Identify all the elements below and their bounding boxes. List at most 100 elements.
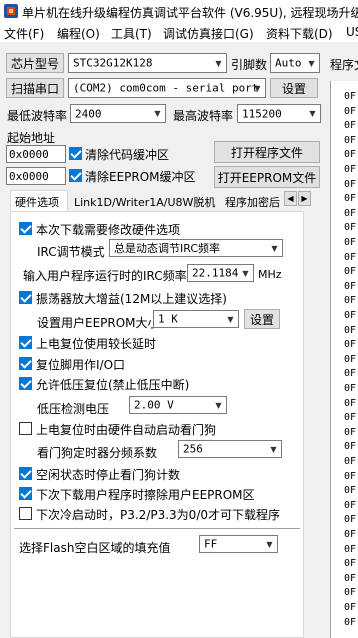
chevron-left-icon: ◀ <box>287 194 294 203</box>
chip-model-value: STC32G12K128 <box>73 56 153 70</box>
menu-usb[interactable]: US <box>346 25 358 39</box>
menu-tools[interactable]: 工具(T) <box>111 25 152 42</box>
clear-code-buffer-checkbox[interactable] <box>69 147 82 160</box>
reset-pin-io-label: 复位脚用作I/O口 <box>36 358 126 372</box>
irc-freq-label: 输入用户程序运行时的IRC频率 <box>23 269 187 283</box>
code-start-address-input[interactable]: 0x0000 <box>6 145 66 163</box>
low-voltage-value: 2.00 V <box>134 398 174 412</box>
idle-stop-watchdog-checkbox[interactable] <box>19 467 32 480</box>
hex-row: 0F <box>344 251 357 263</box>
program-file-tab[interactable]: 程序文 <box>330 56 358 73</box>
start-address-label: 起始地址 <box>7 131 56 145</box>
eeprom-size-select[interactable]: 1 K ▼ <box>153 310 239 328</box>
low-voltage-select[interactable]: 2.00 V ▼ <box>129 396 227 414</box>
chevron-down-icon: ▼ <box>215 58 222 68</box>
clear-code-buffer-label: 清除代码缓冲区 <box>85 148 170 162</box>
watchdog-divider-select[interactable]: 256 ▼ <box>178 440 282 458</box>
irc-mode-value: 总是动态调节IRC频率 <box>114 242 221 255</box>
hex-row: 0F <box>344 120 357 132</box>
clear-eeprom-buffer-label: 清除EEPROM缓冲区 <box>85 170 196 184</box>
long-reset-delay-checkbox[interactable] <box>19 336 32 349</box>
osc-gain-label: 振荡器放大增益(12M以上建议选择) <box>36 292 227 306</box>
menu-program[interactable]: 编程(O) <box>57 25 100 42</box>
hex-row: 0F <box>344 178 357 190</box>
hex-row: 0F <box>344 514 357 526</box>
eeprom-size-label: 设置用户EEPROM大小 <box>37 316 160 330</box>
hex-row: 0F <box>344 280 357 292</box>
min-baud-label: 最低波特率 <box>7 109 68 123</box>
hex-row: 0F <box>344 193 357 205</box>
chevron-down-icon: ▼ <box>227 314 234 324</box>
hex-row: 0F <box>344 587 357 599</box>
irc-freq-select[interactable]: 22.1184 ▼ <box>187 264 254 282</box>
cold-start-p32-p33-checkbox[interactable] <box>19 507 32 520</box>
hex-row: 0F <box>344 134 357 146</box>
scan-port-button[interactable]: 扫描串口 <box>6 78 64 98</box>
tab-hardware-options[interactable]: 硬件选项 <box>15 194 59 212</box>
open-program-file-button[interactable]: 打开程序文件 <box>214 141 320 163</box>
hex-row: 0F <box>344 266 357 278</box>
low-voltage-reset-checkbox[interactable] <box>19 377 32 390</box>
hex-row: 0F <box>344 456 357 467</box>
hex-row: 0F <box>344 529 357 540</box>
app-logo-icon <box>4 4 18 18</box>
low-voltage-reset-label: 允许低压复位(禁止低压中断) <box>36 378 190 392</box>
tab-program-encryption[interactable]: 程序加密后 <box>225 194 280 212</box>
max-baud-select[interactable]: 115200 ▼ <box>237 104 321 123</box>
hex-row: 0F <box>344 441 357 453</box>
hex-row: 0F <box>344 499 357 511</box>
long-reset-delay-label: 上电复位使用较长延时 <box>36 337 157 351</box>
hex-row: 0F <box>344 91 357 102</box>
chip-model-button[interactable]: 芯片型号 <box>6 53 64 73</box>
hex-row: 0F <box>344 164 357 175</box>
chevron-down-icon: ▼ <box>215 400 222 410</box>
watchdog-hw-start-label: 上电复位时由硬件自动启动看门狗 <box>36 423 217 437</box>
hex-row: 0F <box>344 353 357 365</box>
flash-fill-select[interactable]: FF ▼ <box>199 535 278 553</box>
min-baud-select[interactable]: 2400 ▼ <box>70 104 166 123</box>
modify-hw-options-label: 本次下载需要修改硬件选项 <box>36 223 181 237</box>
reset-pin-io-checkbox[interactable] <box>19 357 32 370</box>
chevron-down-icon: ▼ <box>266 539 273 549</box>
erase-eeprom-label: 下次下载用户程序时擦除用户EEPROM区 <box>36 488 255 502</box>
erase-eeprom-checkbox[interactable] <box>19 487 32 500</box>
hex-row: 0F <box>344 339 357 351</box>
irc-mode-select[interactable]: 总是动态调节IRC频率 ▼ <box>109 239 283 257</box>
tab-scroll-left-button[interactable]: ◀ <box>284 191 297 206</box>
pins-label: 引脚数 <box>231 58 268 72</box>
tab-link1d-offline[interactable]: Link1D/Writer1A/U8W脱机 <box>74 194 215 212</box>
menu-download[interactable]: 资料下载(D) <box>266 25 333 42</box>
menu-debug-interface[interactable]: 调试仿真接口(G) <box>163 25 254 42</box>
open-eeprom-file-button[interactable]: 打开EEPROM文件 <box>214 166 320 188</box>
chevron-down-icon: ▼ <box>154 109 161 118</box>
watchdog-divider-label: 看门狗定时器分频系数 <box>37 446 158 460</box>
min-baud-value: 2400 <box>75 107 102 120</box>
eeprom-size-set-button[interactable]: 设置 <box>244 309 280 329</box>
hex-row: 0F <box>344 572 357 584</box>
irc-mode-label: IRC调节模式 <box>37 245 105 259</box>
hex-row: 0F <box>344 397 357 409</box>
hex-row: 0F <box>344 237 357 248</box>
chip-model-select[interactable]: STC32G12K128 ▼ <box>68 53 227 73</box>
osc-gain-checkbox[interactable] <box>19 291 32 304</box>
serial-port-select[interactable]: (COM2) com0com - serial port e ▼ <box>68 78 266 98</box>
options-separator <box>14 528 300 529</box>
eeprom-start-address-input[interactable]: 0x0000 <box>6 167 66 185</box>
modify-hw-options-checkbox[interactable] <box>19 222 32 235</box>
window-title: 单片机在线升级编程仿真调试平台软件 (V6.95U), 远程现场升级A <box>22 6 358 20</box>
hex-row: 0F <box>344 485 357 497</box>
flash-fill-value: FF <box>204 537 218 551</box>
idle-stop-watchdog-label: 空闲状态时停止看门狗计数 <box>36 468 181 482</box>
menu-file[interactable]: 文件(F) <box>4 25 44 42</box>
port-settings-button[interactable]: 设置 <box>270 78 318 98</box>
clear-eeprom-buffer-checkbox[interactable] <box>69 169 82 182</box>
hex-row: 0F <box>344 558 357 570</box>
pins-select[interactable]: Auto ▼ <box>270 53 320 73</box>
hex-row: 0F <box>344 310 357 321</box>
irc-freq-unit: MHz <box>258 268 282 281</box>
hex-row: 0F <box>344 616 357 628</box>
tab-scroll-right-button[interactable]: ▶ <box>298 191 311 206</box>
flash-fill-label: 选择Flash空白区域的填充值 <box>19 541 171 555</box>
chevron-down-icon: ▼ <box>254 83 261 93</box>
watchdog-hw-start-checkbox[interactable] <box>19 422 32 435</box>
